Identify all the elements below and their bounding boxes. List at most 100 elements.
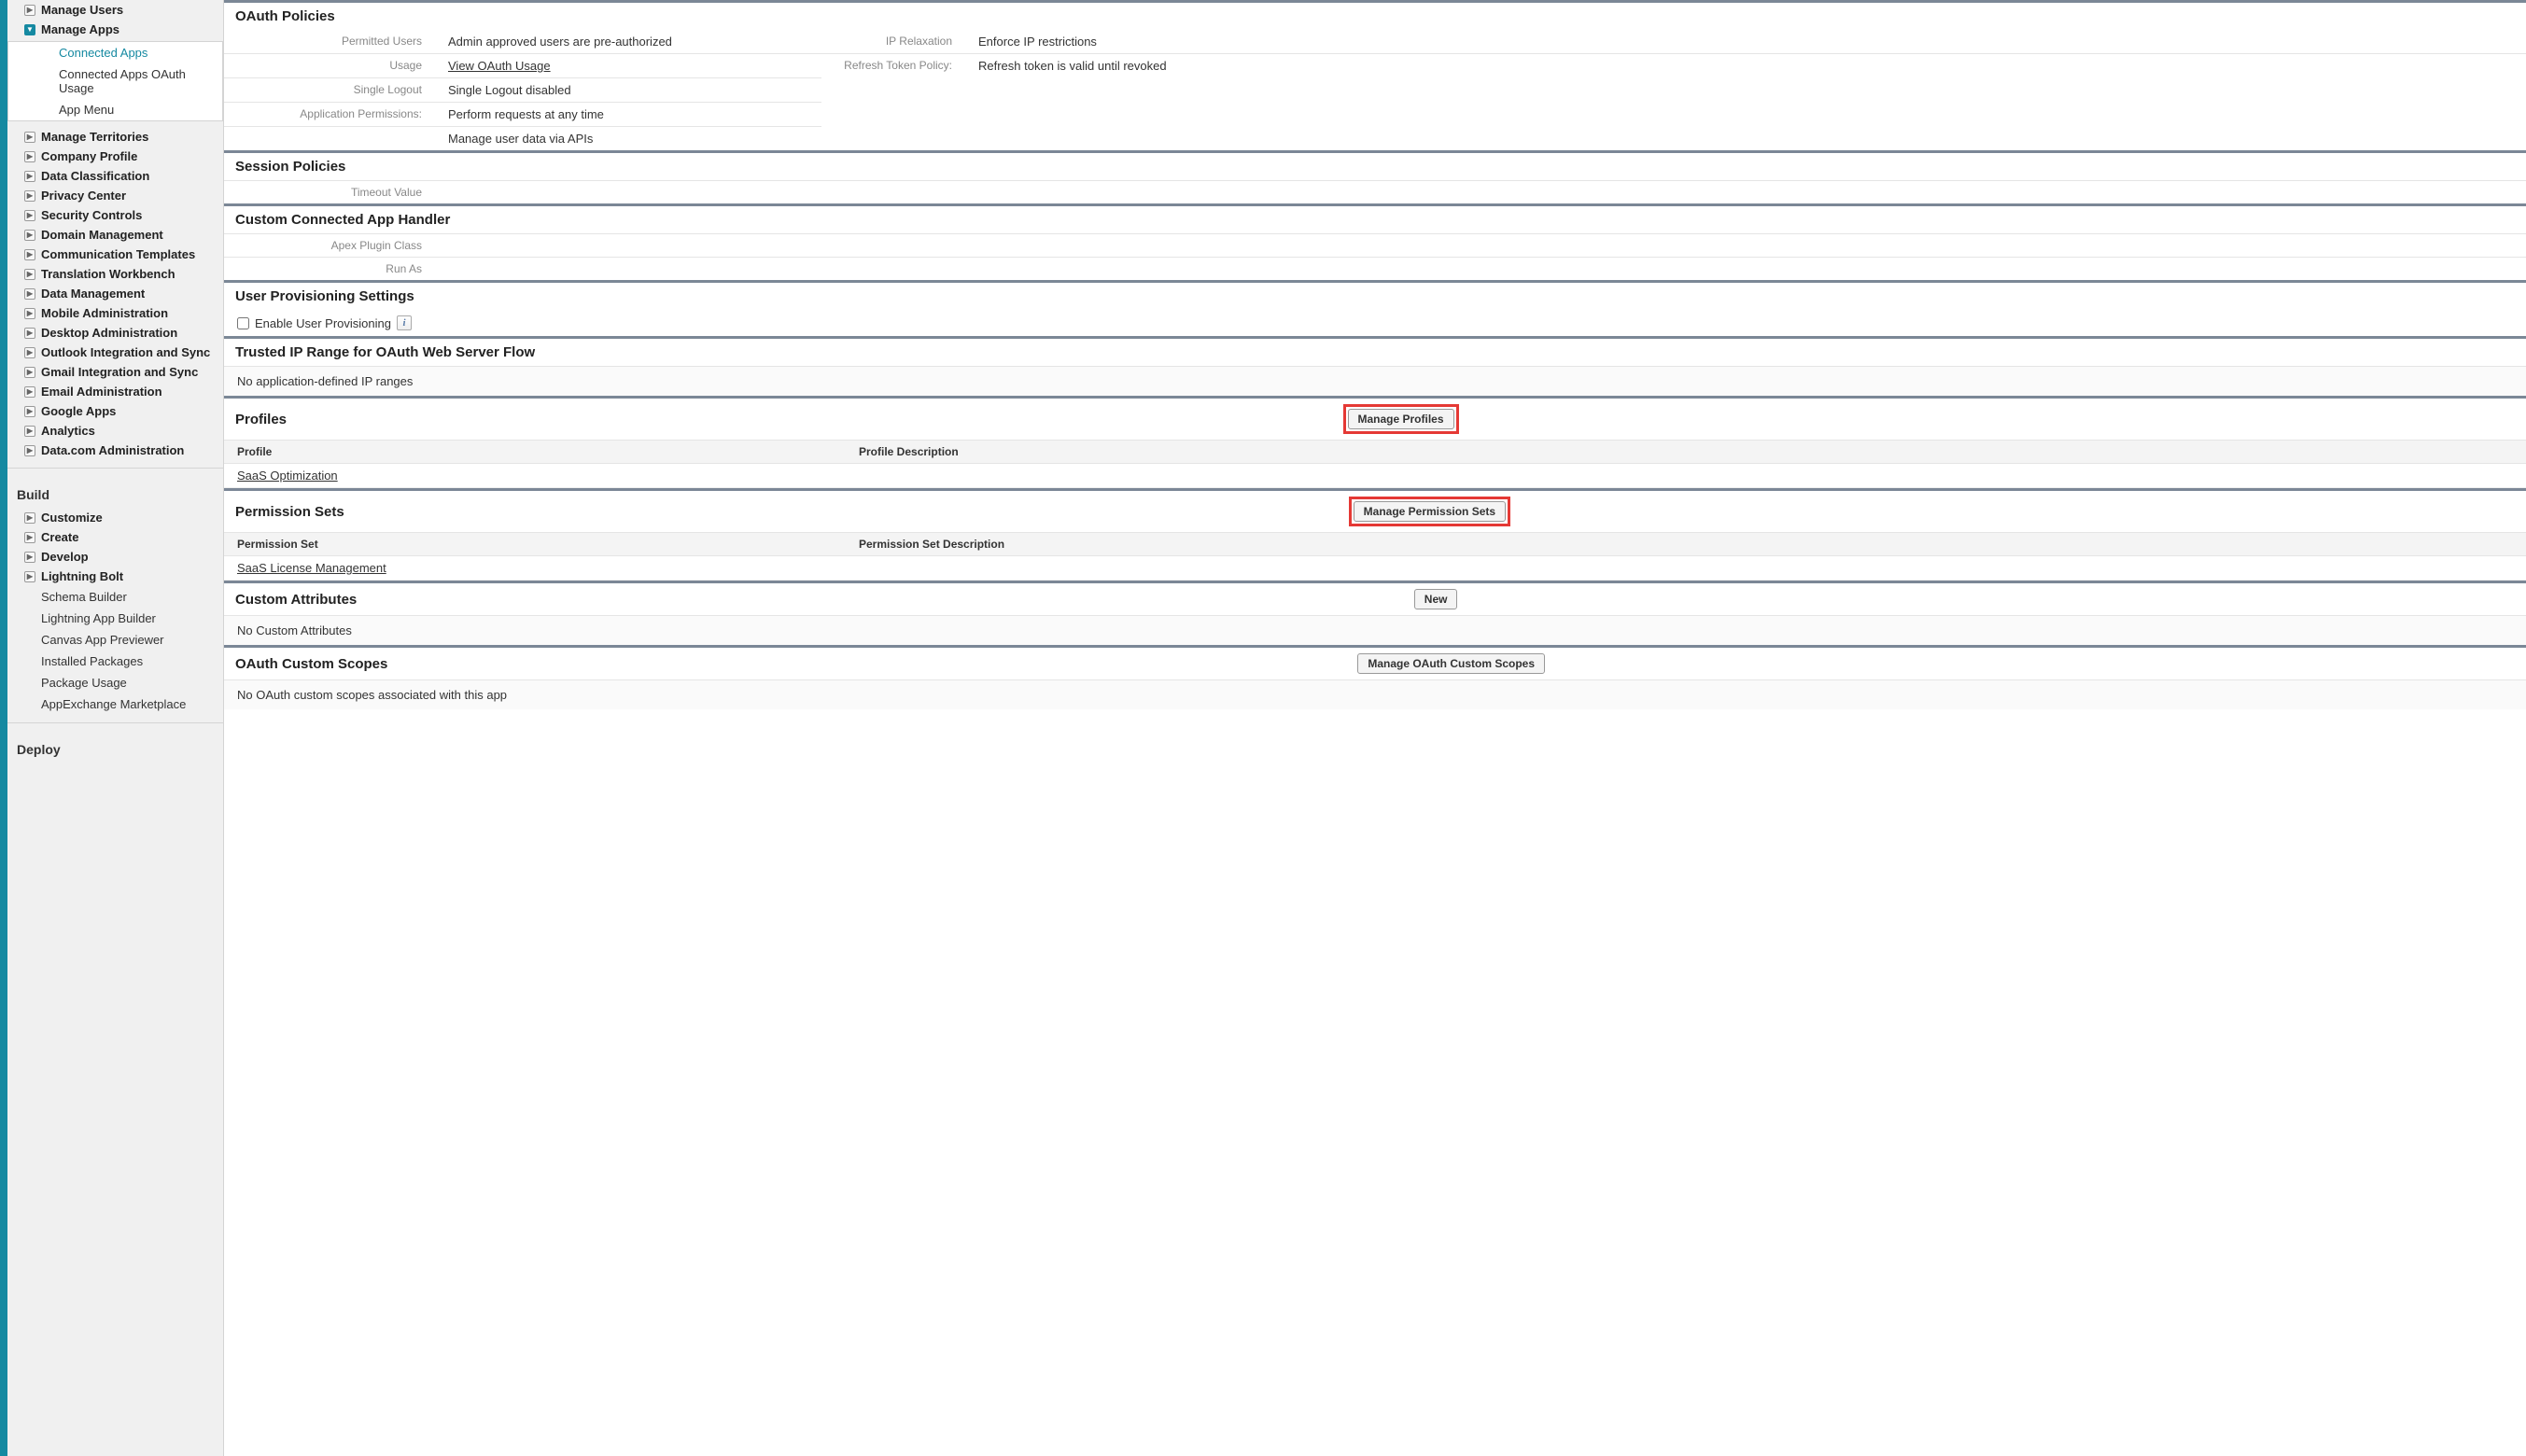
- expand-icon[interactable]: ▶: [24, 406, 35, 417]
- permission-set-link[interactable]: SaaS License Management: [237, 561, 386, 575]
- sidebar-item[interactable]: ▼ Manage Apps: [7, 20, 223, 39]
- field-value-refresh-token: Refresh token is valid until revoked: [971, 57, 2526, 75]
- section-title: OAuth Custom Scopes: [235, 656, 387, 672]
- section-header-custom-attributes: Custom Attributes New: [224, 581, 2526, 615]
- sidebar-item-label: Analytics: [41, 424, 95, 438]
- sidebar-item[interactable]: ▶ Email Administration: [7, 382, 223, 401]
- sidebar-item[interactable]: ▶ Domain Management: [7, 225, 223, 245]
- expand-icon[interactable]: ▶: [24, 5, 35, 16]
- field-value-permitted-users: Admin approved users are pre-authorized: [441, 33, 821, 50]
- view-oauth-usage-link[interactable]: View OAuth Usage: [448, 59, 551, 73]
- table-row: SaaS Optimization: [224, 464, 2526, 488]
- sidebar-item-label: Company Profile: [41, 149, 137, 163]
- sidebar-divider: [7, 722, 223, 723]
- sidebar-item[interactable]: ▶ Analytics: [7, 421, 223, 441]
- sidebar-subitem[interactable]: Canvas App Previewer: [7, 629, 223, 651]
- sidebar-item[interactable]: ▶Google Apps: [7, 401, 223, 421]
- manage-profiles-button[interactable]: Manage Profiles: [1348, 409, 1454, 429]
- section-title: Session Policies: [235, 159, 345, 175]
- expand-icon[interactable]: ▶: [24, 367, 35, 378]
- profile-link[interactable]: SaaS Optimization: [237, 469, 338, 483]
- sidebar-item[interactable]: ▶ Communication Templates: [7, 245, 223, 264]
- profiles-col-profile: Profile: [224, 445, 859, 458]
- sidebar-item[interactable]: ▶ Manage Users: [7, 0, 223, 20]
- sidebar-item[interactable]: ▶ Gmail Integration and Sync: [7, 362, 223, 382]
- sidebar-item-label: Email Administration: [41, 385, 162, 399]
- expand-icon[interactable]: ▶: [24, 532, 35, 543]
- section-title: Permission Sets: [235, 504, 344, 520]
- sidebar-item[interactable]: ▶Data Classification: [7, 166, 223, 186]
- section-header-permission-sets: Permission Sets Manage Permission Sets: [224, 488, 2526, 532]
- info-icon[interactable]: i: [397, 315, 412, 330]
- field-value-ip-relaxation: Enforce IP restrictions: [971, 33, 2526, 50]
- sidebar-subitem[interactable]: Package Usage: [7, 672, 223, 693]
- expand-icon[interactable]: ▶: [24, 552, 35, 563]
- expand-icon[interactable]: ▶: [24, 249, 35, 260]
- section-title: OAuth Policies: [235, 8, 335, 24]
- sidebar-subitem[interactable]: Installed Packages: [7, 651, 223, 672]
- expand-icon[interactable]: ▶: [24, 288, 35, 300]
- expand-icon[interactable]: ▶: [24, 132, 35, 143]
- expand-icon[interactable]: ▶: [24, 308, 35, 319]
- sidebar-item-label: Manage Territories: [41, 130, 148, 144]
- manage-permission-sets-button[interactable]: Manage Permission Sets: [1354, 501, 1506, 522]
- expand-icon[interactable]: ▶: [24, 512, 35, 524]
- sidebar-item-label: Gmail Integration and Sync: [41, 365, 198, 379]
- manage-oauth-custom-scopes-button[interactable]: Manage OAuth Custom Scopes: [1357, 653, 1545, 674]
- sidebar-item[interactable]: ▶ Lightning Bolt: [7, 567, 223, 586]
- table-row: SaaS License Management: [224, 556, 2526, 581]
- sidebar-item[interactable]: ▶Outlook Integration and Sync: [7, 343, 223, 362]
- sidebar-item[interactable]: ▶Data Management: [7, 284, 223, 303]
- sidebar-item[interactable]: ▶Data.com Administration: [7, 441, 223, 460]
- expand-icon[interactable]: ▶: [24, 328, 35, 339]
- expand-icon[interactable]: ▶: [24, 426, 35, 437]
- sidebar-subitem[interactable]: Schema Builder: [7, 586, 223, 608]
- sidebar-item-label: Lightning Bolt: [41, 569, 123, 583]
- expand-icon[interactable]: ▶: [24, 269, 35, 280]
- sidebar-item-label: Communication Templates: [41, 247, 195, 261]
- sidebar-item[interactable]: ▶Translation Workbench: [7, 264, 223, 284]
- expand-icon[interactable]: ▶: [24, 386, 35, 398]
- expand-icon[interactable]: ▶: [24, 230, 35, 241]
- expand-icon[interactable]: ▶: [24, 571, 35, 582]
- field-label-permitted-users: Permitted Users: [224, 33, 441, 50]
- sidebar-item-label: Desktop Administration: [41, 326, 177, 340]
- new-custom-attribute-button[interactable]: New: [1414, 589, 1458, 609]
- sidebar-item[interactable]: ▶ Mobile Administration: [7, 303, 223, 323]
- sidebar-item-label: Manage Apps: [41, 22, 119, 36]
- sidebar-heading-build: Build: [7, 476, 223, 508]
- expand-icon[interactable]: ▶: [24, 445, 35, 456]
- section-header-trusted-ip: Trusted IP Range for OAuth Web Server Fl…: [224, 336, 2526, 366]
- sidebar-subitem[interactable]: AppExchange Marketplace: [7, 693, 223, 715]
- sidebar-item[interactable]: ▶Security Controls: [7, 205, 223, 225]
- expand-icon[interactable]: ▶: [24, 190, 35, 202]
- collapse-icon[interactable]: ▼: [24, 24, 35, 35]
- expand-icon[interactable]: ▶: [24, 151, 35, 162]
- enable-user-provisioning-checkbox[interactable]: [237, 317, 249, 329]
- field-label-app-permissions: Application Permissions:: [224, 105, 441, 123]
- sidebar-subitem[interactable]: Connected Apps OAuth Usage: [8, 63, 222, 99]
- highlight-manage-profiles: Manage Profiles: [1343, 404, 1459, 434]
- sidebar-subitem[interactable]: App Menu: [8, 99, 222, 120]
- sidebar-subitem[interactable]: Connected Apps: [8, 42, 222, 63]
- highlight-manage-permission-sets: Manage Permission Sets: [1349, 497, 1510, 526]
- custom-attributes-message: No Custom Attributes: [224, 615, 2526, 645]
- sidebar-item-label: Develop: [41, 550, 89, 564]
- sidebar-subitem[interactable]: Lightning App Builder: [7, 608, 223, 629]
- sidebar-item[interactable]: ▶Privacy Center: [7, 186, 223, 205]
- field-value-timeout: [441, 184, 2526, 201]
- sidebar-item[interactable]: ▶ Desktop Administration: [7, 323, 223, 343]
- expand-icon[interactable]: ▶: [24, 171, 35, 182]
- expand-icon[interactable]: ▶: [24, 210, 35, 221]
- sidebar-item[interactable]: ▶Customize: [7, 508, 223, 527]
- sidebar-item[interactable]: ▶ Develop: [7, 547, 223, 567]
- sidebar-item[interactable]: ▶Create: [7, 527, 223, 547]
- sidebar-item-label: Manage Users: [41, 3, 123, 17]
- sidebar-item-label: Mobile Administration: [41, 306, 168, 320]
- sidebar-item-label: Domain Management: [41, 228, 163, 242]
- expand-icon[interactable]: ▶: [24, 347, 35, 358]
- section-title: Custom Attributes: [235, 592, 357, 608]
- section-header-profiles: Profiles Manage Profiles: [224, 396, 2526, 440]
- sidebar-item[interactable]: ▶ Company Profile: [7, 147, 223, 166]
- sidebar-item[interactable]: ▶ Manage Territories: [7, 127, 223, 147]
